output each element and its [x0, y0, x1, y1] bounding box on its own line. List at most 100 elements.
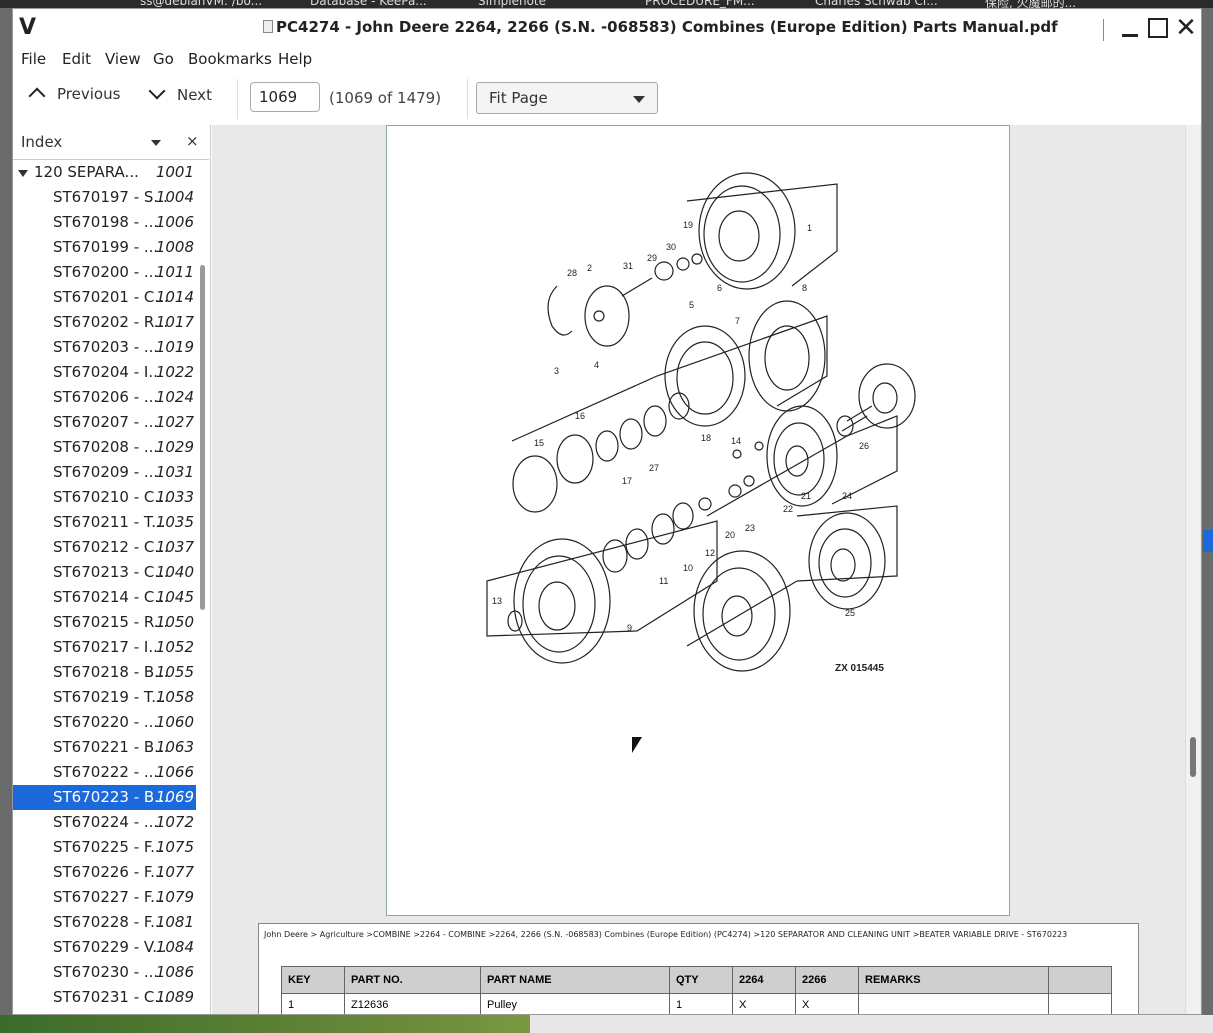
callout-9: 9	[627, 623, 632, 633]
sidebar-item[interactable]: ST670212 - C... 1037	[13, 535, 196, 560]
menu-go[interactable]: Go	[153, 50, 174, 68]
sidebar-item[interactable]: ST670197 - S... 1004	[13, 185, 196, 210]
callout-30: 30	[666, 242, 676, 252]
sidebar-item-label: ST670204 - I...	[53, 363, 163, 381]
sidebar-item-page: 1052	[155, 638, 194, 656]
sidebar-item[interactable]: ST670204 - I... 1022	[13, 360, 196, 385]
sidebar-item-label: ST670213 - C...	[53, 563, 169, 581]
maximize-icon[interactable]	[1145, 15, 1171, 41]
sidebar-item-label: ST670212 - C...	[53, 538, 169, 556]
task-procedure[interactable]: PROCEDURE_FM...	[645, 0, 755, 8]
menu-bookmarks[interactable]: Bookmarks	[188, 50, 272, 68]
sidebar-item[interactable]: ST670207 - ... 1027	[13, 410, 196, 435]
sidebar-item[interactable]: ST670229 - V... 1084	[13, 935, 196, 960]
sidebar-item-page: 1077	[155, 863, 194, 881]
sidebar-item[interactable]: ST670226 - F... 1077	[13, 860, 196, 885]
sidebar-item[interactable]: ST670219 - T... 1058	[13, 685, 196, 710]
title-bar[interactable]: V PC4274 - John Deere 2264, 2266 (S.N. -…	[13, 9, 1201, 47]
sidebar-item-page: 1027	[155, 413, 194, 431]
sidebar-item-label: ST670200 - ...	[53, 263, 159, 281]
sidebar-item[interactable]: ST670209 - ... 1031	[13, 460, 196, 485]
index-tree: 120 SEPARA... 1001 ST670197 - S... 1004 ST67…	[13, 159, 209, 1014]
cell-qty: 1	[669, 993, 733, 1014]
sidebar-item[interactable]: ST670221 - B... 1063	[13, 735, 196, 760]
sidebar-item[interactable]: ST670203 - ... 1019	[13, 335, 196, 360]
sidebar-item-label: ST670223 - B...	[53, 788, 169, 806]
table-header-row: KEY PART NO. PART NAME QTY 2264 2266 REM…	[281, 966, 1112, 994]
callout-11: 11	[659, 576, 668, 586]
sidebar-item-label: ST670217 - I...	[53, 638, 163, 656]
sidebar-item[interactable]: ST670200 - ... 1011	[13, 260, 196, 285]
sidebar-item-page: 1001	[155, 163, 194, 181]
zoom-value: Fit Page	[489, 89, 548, 107]
document-scroll-thumb[interactable]	[1190, 737, 1196, 777]
sidebar-item[interactable]: ST670211 - T... 1035	[13, 510, 196, 535]
sidebar-close-icon[interactable]: ×	[186, 132, 199, 150]
zoom-select[interactable]: Fit Page	[476, 82, 658, 114]
sidebar-item-label: ST670222 - ...	[53, 763, 159, 781]
cell-key: 1	[281, 993, 345, 1014]
sidebar-item[interactable]: ST670223 - B... 1069	[13, 785, 196, 810]
sidebar-item[interactable]: ST670215 - R... 1050	[13, 610, 196, 635]
callout-27: 27	[649, 463, 659, 473]
sidebar-item[interactable]: ST670227 - F... 1079	[13, 885, 196, 910]
callout-22: 22	[783, 504, 793, 514]
sidebar-scrollbar[interactable]	[200, 265, 205, 610]
menu-file[interactable]: File	[21, 50, 46, 68]
sidebar-item[interactable]: ST670198 - ... 1006	[13, 210, 196, 235]
menu-help[interactable]: Help	[278, 50, 312, 68]
callout-10: 10	[683, 563, 693, 573]
sidebar-item[interactable]: ST670213 - C... 1040	[13, 560, 196, 585]
task-terminal[interactable]: ss@debianVM: /bo...	[140, 0, 262, 8]
sidebar-item[interactable]: ST670230 - ... 1086	[13, 960, 196, 985]
sidebar-item[interactable]: ST670199 - ... 1008	[13, 235, 196, 260]
document-viewer[interactable]: 1 2 3 4 5 6 7 8 9 10 11 12 13 14 15 16 1	[212, 125, 1201, 1014]
sidebar-item-page: 1058	[155, 688, 194, 706]
sidebar-item[interactable]: ST670202 - R... 1017	[13, 310, 196, 335]
sidebar-item-page: 1066	[155, 763, 194, 781]
sidebar-item-label: ST670208 - ...	[53, 438, 159, 456]
sidebar-item-label: ST670198 - ...	[53, 213, 159, 231]
sidebar-item[interactable]: ST670218 - B... 1055	[13, 660, 196, 685]
document-scrollbar[interactable]	[1185, 125, 1200, 1014]
sidebar-item[interactable]: ST670224 - ... 1072	[13, 810, 196, 835]
sidebar-item[interactable]: ST670220 - ... 1060	[13, 710, 196, 735]
close-window-icon[interactable]: ✕	[1173, 15, 1199, 41]
next-button[interactable]: Next	[148, 82, 212, 111]
sidebar-item-label: ST670226 - F...	[53, 863, 165, 881]
index-sidebar: Index × 120 SEPARA... 1001 ST670197 - S...…	[13, 125, 211, 1014]
task-schwab[interactable]: Charles Schwab Cl...	[815, 0, 938, 8]
sidebar-item[interactable]: ST670208 - ... 1029	[13, 435, 196, 460]
previous-label: Previous	[57, 85, 121, 103]
table-row: 1 Z12636 Pulley 1 X X	[281, 993, 1112, 1014]
expand-triangle-icon[interactable]	[18, 170, 28, 177]
sidebar-section-item[interactable]: 120 SEPARA... 1001	[13, 160, 196, 185]
sidebar-item[interactable]: ST670228 - F... 1081	[13, 910, 196, 935]
cell-2266: X	[795, 993, 859, 1014]
sidebar-item[interactable]: ST670201 - C... 1014	[13, 285, 196, 310]
sidebar-item-page: 1037	[155, 538, 194, 556]
task-keepass[interactable]: Database - KeePa...	[310, 0, 427, 8]
sidebar-item[interactable]: ST670222 - ... 1066	[13, 760, 196, 785]
page-number-input[interactable]	[250, 82, 320, 112]
sidebar-item-label: ST670225 - F...	[53, 838, 165, 856]
previous-button[interactable]: Previous	[28, 85, 121, 111]
app-logo: V	[19, 15, 37, 40]
menu-edit[interactable]: Edit	[62, 50, 91, 68]
sidebar-item[interactable]: ST670214 - C... 1045	[13, 585, 196, 610]
sidebar-item-page: 1063	[155, 738, 194, 756]
minimize-icon[interactable]	[1117, 15, 1143, 41]
task-simplenote[interactable]: Simplenote	[478, 0, 546, 8]
task-other[interactable]: 保险, 火魔邮的...	[985, 0, 1076, 8]
sidebar-mode-dropdown-icon[interactable]	[151, 140, 161, 146]
sidebar-header[interactable]: Index	[21, 133, 62, 151]
sidebar-item[interactable]: ST670206 - ... 1024	[13, 385, 196, 410]
sidebar-item[interactable]: ST670225 - F... 1075	[13, 835, 196, 860]
sidebar-item[interactable]: ST670217 - I... 1052	[13, 635, 196, 660]
menu-view[interactable]: View	[105, 50, 141, 68]
sidebar-item[interactable]: ST670231 - C... 1089	[13, 985, 196, 1010]
col-remarks: REMARKS	[858, 966, 1049, 994]
background-window-edge	[1203, 530, 1213, 552]
sidebar-item-label: ST670230 - ...	[53, 963, 159, 981]
sidebar-item[interactable]: ST670210 - C... 1033	[13, 485, 196, 510]
